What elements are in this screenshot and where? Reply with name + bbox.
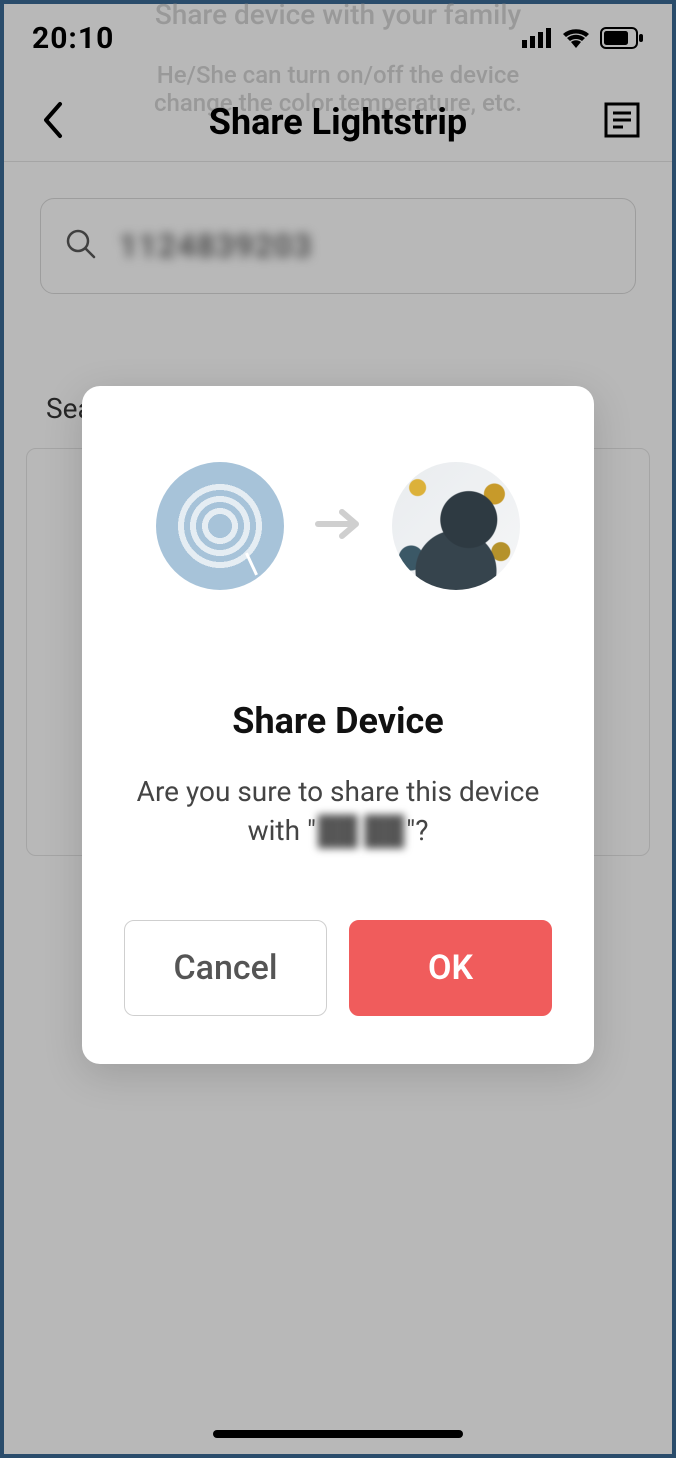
modal-message-suffix: "? bbox=[406, 814, 428, 847]
arrow-right-icon bbox=[314, 506, 362, 546]
modal-illustration bbox=[124, 462, 552, 590]
share-device-modal: Share Device Are you sure to share this … bbox=[82, 386, 594, 1064]
cancel-button[interactable]: Cancel bbox=[124, 920, 327, 1016]
device-icon bbox=[156, 462, 284, 590]
home-indicator[interactable] bbox=[213, 1430, 463, 1438]
modal-button-row: Cancel OK bbox=[124, 920, 552, 1016]
ok-button[interactable]: OK bbox=[349, 920, 552, 1016]
modal-message: Are you sure to share this device with "… bbox=[124, 772, 552, 850]
modal-title: Share Device bbox=[124, 700, 552, 742]
recipient-avatar bbox=[392, 462, 520, 590]
modal-recipient-name: ██ ██ bbox=[316, 811, 406, 850]
